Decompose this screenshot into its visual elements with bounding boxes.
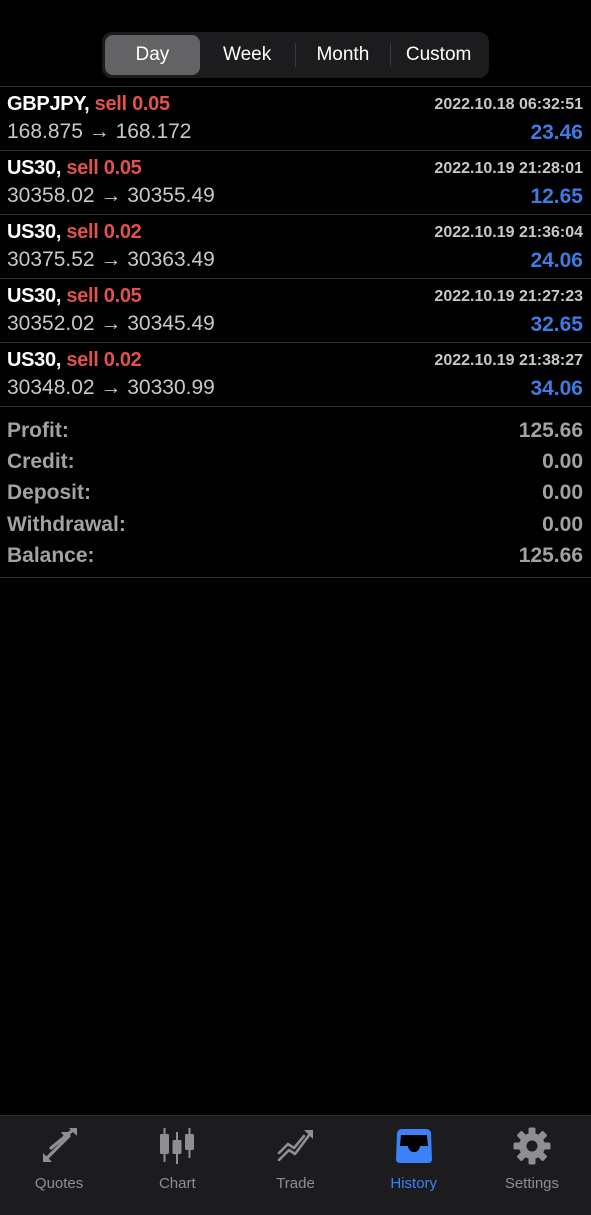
deal-row[interactable]: US30, sell 0.05 2022.10.19 21:27:23 3035…	[0, 279, 591, 343]
tab-label: Trade	[276, 1175, 315, 1192]
deal-time: 2022.10.19 21:27:23	[434, 288, 583, 305]
deal-time: 2022.10.19 21:28:01	[434, 160, 583, 177]
deal-side: sell 0.02	[66, 349, 142, 371]
deal-symbol: US30,	[7, 157, 62, 179]
deal-symbol-line: US30, sell 0.02	[7, 221, 142, 244]
deal-row[interactable]: US30, sell 0.05 2022.10.19 21:28:01 3035…	[0, 151, 591, 215]
deal-profit: 34.06	[530, 377, 583, 400]
deal-row[interactable]: GBPJPY, sell 0.05 2022.10.18 06:32:51 16…	[0, 87, 591, 151]
candlestick-chart-icon	[157, 1126, 197, 1166]
tab-quotes[interactable]: Quotes	[0, 1116, 118, 1215]
summary-label: Balance:	[7, 543, 95, 567]
tab-settings[interactable]: Settings	[473, 1116, 591, 1215]
summary-value: 0.00	[542, 512, 583, 536]
segment-week[interactable]: Week	[200, 35, 295, 75]
bottom-tab-bar: Quotes Chart Trade History Settings	[0, 1115, 591, 1215]
deal-symbol: US30,	[7, 349, 62, 371]
summary-row-balance: Balance: 125.66	[0, 540, 591, 571]
tab-label: History	[390, 1175, 438, 1192]
history-deal-list: GBPJPY, sell 0.05 2022.10.18 06:32:51 16…	[0, 86, 591, 407]
deal-symbol-line: GBPJPY, sell 0.05	[7, 93, 170, 116]
deal-symbol-line: US30, sell 0.02	[7, 349, 142, 372]
deal-row[interactable]: US30, sell 0.02 2022.10.19 21:38:27 3034…	[0, 343, 591, 407]
deal-prices: 30348.02 → 30330.99	[7, 376, 215, 399]
deal-prices: 30375.52 → 30363.49	[7, 248, 215, 271]
deal-symbol-line: US30, sell 0.05	[7, 285, 142, 308]
summary-label: Deposit:	[7, 481, 91, 505]
summary-value: 0.00	[542, 449, 583, 473]
inbox-tray-icon	[394, 1126, 434, 1166]
segment-day[interactable]: Day	[105, 35, 200, 75]
deal-side: sell 0.05	[66, 285, 142, 307]
deal-profit: 23.46	[530, 121, 583, 144]
deal-symbol: US30,	[7, 221, 62, 243]
tab-trade[interactable]: Trade	[236, 1116, 354, 1215]
summary-label: Withdrawal:	[7, 512, 126, 536]
deal-side: sell 0.05	[66, 157, 142, 179]
tab-label: Settings	[504, 1175, 560, 1192]
segment-custom[interactable]: Custom	[391, 35, 486, 75]
deal-prices: 168.875 → 168.172	[7, 120, 192, 143]
summary-row-withdrawal: Withdrawal: 0.00	[0, 509, 591, 540]
deal-time: 2022.10.18 06:32:51	[434, 96, 583, 113]
deal-profit: 24.06	[530, 249, 583, 272]
summary-row-profit: Profit: 125.66	[0, 415, 591, 446]
deal-side: sell 0.02	[66, 221, 142, 243]
deal-time: 2022.10.19 21:38:27	[434, 352, 583, 369]
deal-prices: 30352.02 → 30345.49	[7, 312, 215, 335]
quotes-icon	[39, 1126, 79, 1166]
deal-row[interactable]: US30, sell 0.02 2022.10.19 21:36:04 3037…	[0, 215, 591, 279]
summary-value: 125.66	[518, 418, 583, 442]
summary-row-credit: Credit: 0.00	[0, 446, 591, 477]
deal-time: 2022.10.19 21:36:04	[434, 224, 583, 241]
trade-trend-icon	[276, 1126, 316, 1166]
period-segmented-control: Day Week Month Custom	[102, 32, 489, 78]
gear-icon	[512, 1126, 552, 1166]
summary-value: 0.00	[542, 481, 583, 505]
segment-month[interactable]: Month	[296, 35, 391, 75]
summary-row-deposit: Deposit: 0.00	[0, 478, 591, 509]
deal-symbol-line: US30, sell 0.05	[7, 157, 142, 180]
summary-label: Credit:	[7, 449, 75, 473]
deal-symbol: US30,	[7, 285, 62, 307]
tab-chart[interactable]: Chart	[118, 1116, 236, 1215]
summary-label: Profit:	[7, 418, 69, 442]
deal-profit: 32.65	[530, 313, 583, 336]
summary-value: 125.66	[518, 543, 583, 567]
tab-history[interactable]: History	[355, 1116, 473, 1215]
deal-prices: 30358.02 → 30355.49	[7, 184, 215, 207]
deal-symbol: GBPJPY,	[7, 93, 90, 115]
deal-profit: 12.65	[530, 185, 583, 208]
account-summary: Profit: 125.66 Credit: 0.00 Deposit: 0.0…	[0, 415, 591, 579]
tab-label: Quotes	[34, 1175, 84, 1192]
tab-label: Chart	[158, 1175, 196, 1192]
deal-side: sell 0.05	[94, 93, 170, 115]
